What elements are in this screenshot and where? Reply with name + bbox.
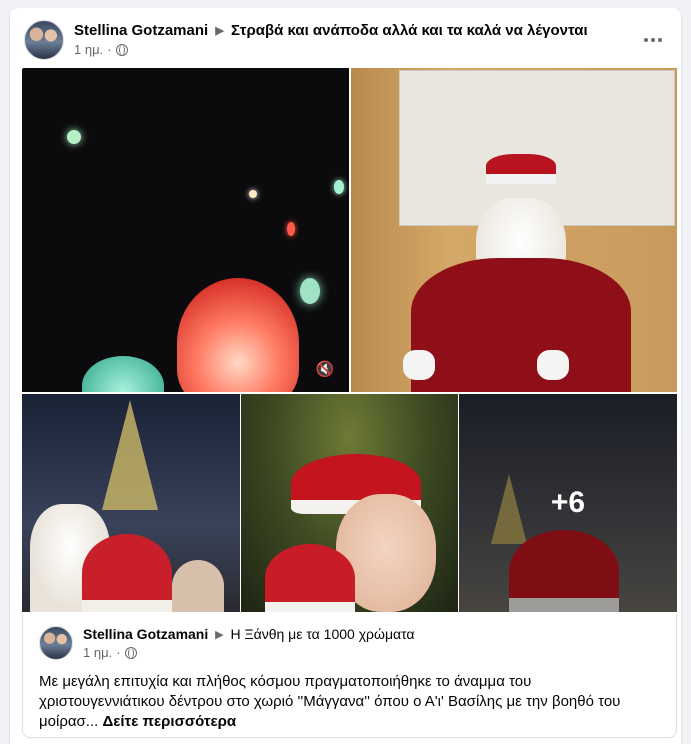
see-more-link[interactable]: Δείτε περισσότερα [102, 713, 236, 730]
photo-gallery: 🔇 +6 [22, 68, 677, 612]
shared-post[interactable]: Stellina Gotzamani ▶ Η Ξάνθη με τα 1000 … [22, 614, 677, 738]
santa-hat [486, 154, 556, 184]
shared-post-time[interactable]: 1 ημ. [83, 645, 112, 660]
more-photos-overlay[interactable]: +6 [459, 394, 677, 612]
shared-author-avatar[interactable] [39, 626, 73, 660]
shared-group-name[interactable]: Η Ξάνθη με τα 1000 χρώματα [231, 626, 415, 642]
photo-crowd-more[interactable]: +6 [459, 394, 677, 612]
photo-santa[interactable] [351, 68, 677, 392]
author-avatar[interactable] [24, 20, 64, 60]
mute-icon[interactable]: 🔇 [313, 358, 337, 382]
globe-icon[interactable] [115, 43, 128, 56]
santa-gloves [403, 350, 435, 380]
author-name[interactable]: Stellina Gotzamani [74, 22, 208, 39]
photo-selfie-tree[interactable] [241, 394, 458, 612]
photo-tree-santa[interactable] [22, 394, 240, 612]
arrow-right-icon: ▶ [215, 629, 224, 641]
more-options-button[interactable] [639, 26, 667, 54]
ellipsis-icon [644, 38, 648, 42]
shared-author-name[interactable]: Stellina Gotzamani [83, 626, 208, 642]
post-time[interactable]: 1 ημ. [74, 42, 103, 57]
post-card: Stellina Gotzamani ▶ Στραβά και ανάποδα … [10, 8, 681, 744]
group-name[interactable]: Στραβά και ανάποδα αλλά και τα καλά να λ… [231, 22, 588, 39]
photo-lanterns-video[interactable]: 🔇 [22, 68, 349, 392]
arrow-right-icon: ▶ [215, 25, 224, 37]
shared-post-header: Stellina Gotzamani ▶ Η Ξάνθη με τα 1000 … [39, 626, 660, 666]
globe-icon[interactable] [124, 646, 137, 659]
post-header: Stellina Gotzamani ▶ Στραβά και ανάποδα … [24, 20, 667, 60]
santa-suit [411, 258, 631, 392]
shared-post-text: Με μεγάλη επιτυχία και πλήθος κόσμου πρα… [39, 673, 621, 730]
